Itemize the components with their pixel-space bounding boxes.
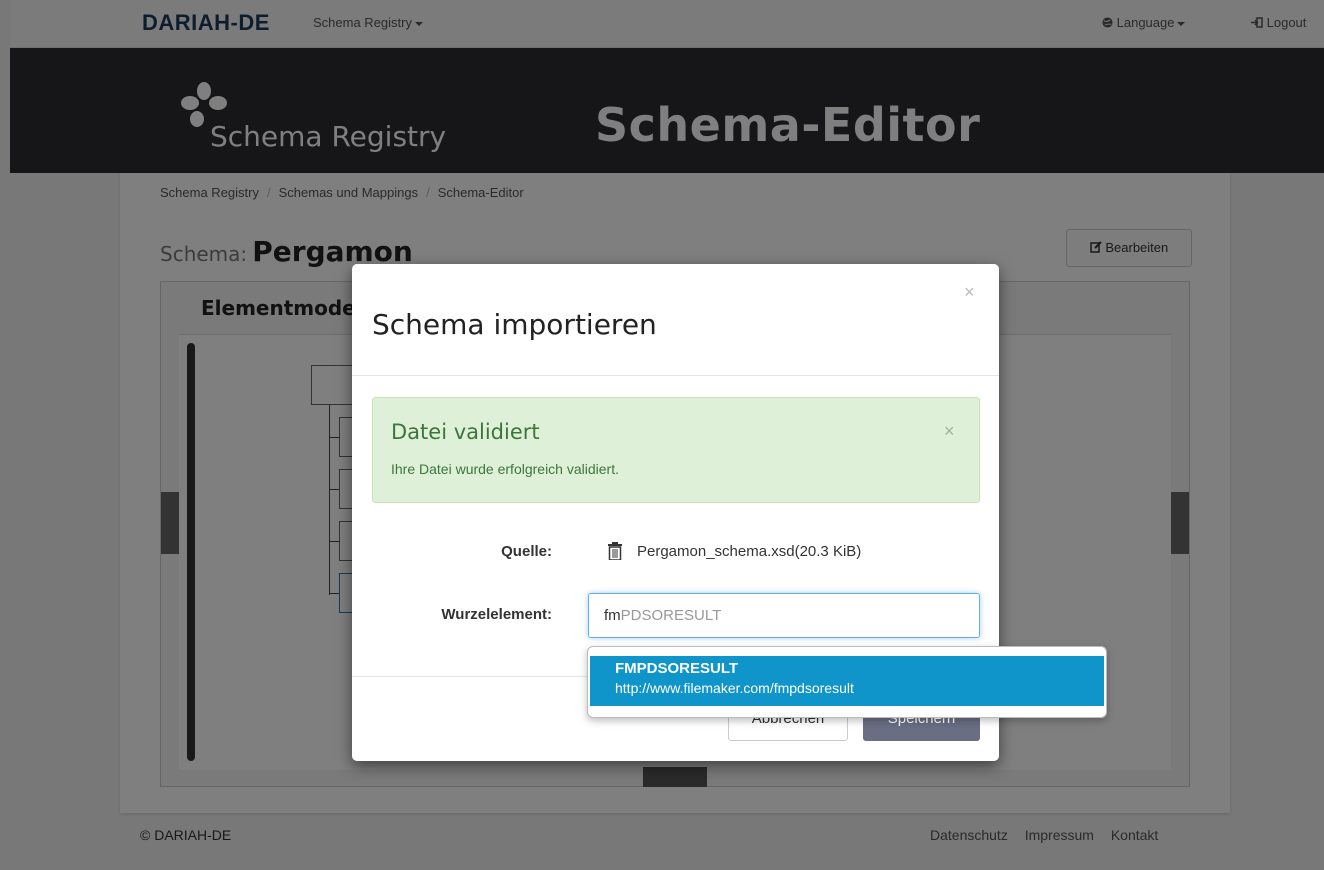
autocomplete-dropdown: FMPDSORESULT http://www.filemaker.com/fm… [587, 646, 1107, 718]
root-element-input[interactable]: fmPDSORESULT [588, 593, 980, 638]
autocomplete-option-namespace: http://www.filemaker.com/fmpdsoresult [615, 680, 854, 696]
autocomplete-option[interactable]: FMPDSORESULT http://www.filemaker.com/fm… [590, 656, 1104, 706]
root-element-input-value: fmPDSORESULT [604, 607, 721, 624]
dialog-title: Schema importieren [372, 308, 657, 341]
close-icon[interactable]: × [964, 282, 975, 303]
autocomplete-option-title: FMPDSORESULT [615, 660, 739, 677]
source-file-name: Pergamon_schema.xsd(20.3 KiB) [637, 543, 862, 560]
alert-title: Datei validiert [391, 420, 540, 444]
validation-success-alert: Datei validiert Ihre Datei wurde erfolgr… [372, 397, 980, 503]
root-element-autocomplete-hint: PDSORESULT [620, 607, 722, 624]
root-element-typed-text: fm [604, 607, 621, 624]
root-element-label: Wurzelelement: [441, 606, 552, 623]
divider [352, 375, 999, 376]
trash-icon[interactable] [607, 542, 623, 560]
alert-message: Ihre Datei wurde erfolgreich validiert. [391, 461, 619, 477]
alert-close-icon[interactable]: × [944, 421, 955, 442]
source-label: Quelle: [501, 543, 552, 560]
